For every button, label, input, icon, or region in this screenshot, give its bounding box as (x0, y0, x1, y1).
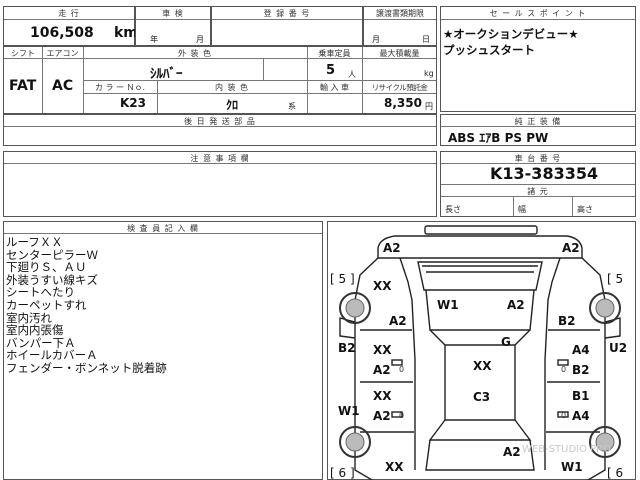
damage-code: A4 (572, 409, 590, 423)
damage-code: A2 (507, 298, 525, 312)
damage-code: U2 (609, 341, 628, 355)
damage-code: XX (373, 389, 392, 403)
zero-mark: 0 (561, 411, 567, 420)
damage-code: XX (473, 359, 492, 373)
damage-code: A2 (373, 409, 391, 423)
damage-code: W1 (437, 298, 459, 312)
damage-code: A4 (572, 343, 590, 357)
damage-code: XX (373, 279, 392, 293)
zero-mark: 0 (399, 365, 405, 374)
damage-code: B2 (558, 314, 576, 328)
tire-rear-right-tread: [ 6 (607, 466, 624, 480)
damage-code: A2 (562, 241, 580, 255)
damage-code: XX (385, 460, 404, 474)
damage-code: W1 (561, 460, 583, 474)
zero-mark: 0 (561, 365, 567, 374)
damage-code: B2 (572, 363, 590, 377)
damage-code: A2 (383, 241, 401, 255)
tire-front-left-tread: [ 5 ] (330, 272, 355, 286)
damage-code: B1 (572, 389, 590, 403)
damage-code: A2 (503, 445, 521, 459)
damage-code: XX (373, 343, 392, 357)
damage-code: B2 (338, 341, 356, 355)
tire-front-right-tread: [ 5 (607, 272, 624, 286)
zero-mark: 0 (399, 411, 405, 420)
tire-rear-left-tread: [ 6 ] (330, 466, 355, 480)
car-diagram-svg (339, 225, 621, 480)
damage-code: A2 (389, 314, 407, 328)
damage-code: G (501, 335, 511, 349)
watermark: WEB-STUDIO PRO (522, 444, 611, 455)
damage-code: W1 (338, 404, 360, 418)
damage-code: C3 (473, 390, 491, 404)
damage-code: A2 (373, 363, 391, 377)
